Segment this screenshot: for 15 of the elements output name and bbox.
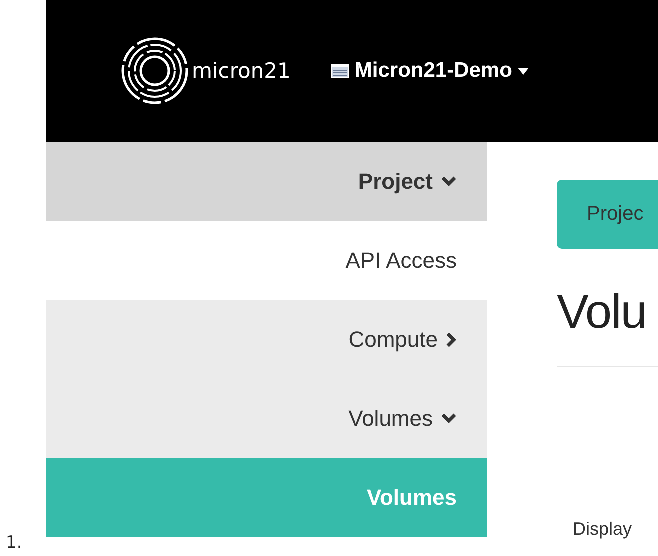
concentric-rings-logo-icon	[120, 36, 190, 106]
chevron-right-icon	[446, 332, 457, 348]
logo-text: micron21	[192, 59, 291, 83]
list-marker: 1.	[5, 533, 22, 555]
caret-down-icon	[518, 68, 530, 74]
sidebar-item[interactable]: Project	[46, 142, 487, 221]
chevron-down-icon	[441, 176, 457, 187]
page-heading: Volu	[557, 287, 646, 340]
chevron-down-icon	[441, 413, 457, 424]
breadcrumb-button[interactable]: Projec	[557, 180, 658, 249]
display-label: Display	[573, 518, 634, 540]
table-icon	[330, 64, 349, 78]
sidebar-item[interactable]: Compute	[46, 300, 487, 379]
project-selector[interactable]: Micron21-Demo	[330, 59, 530, 83]
sidebar-item[interactable]: Volumes	[46, 379, 487, 458]
